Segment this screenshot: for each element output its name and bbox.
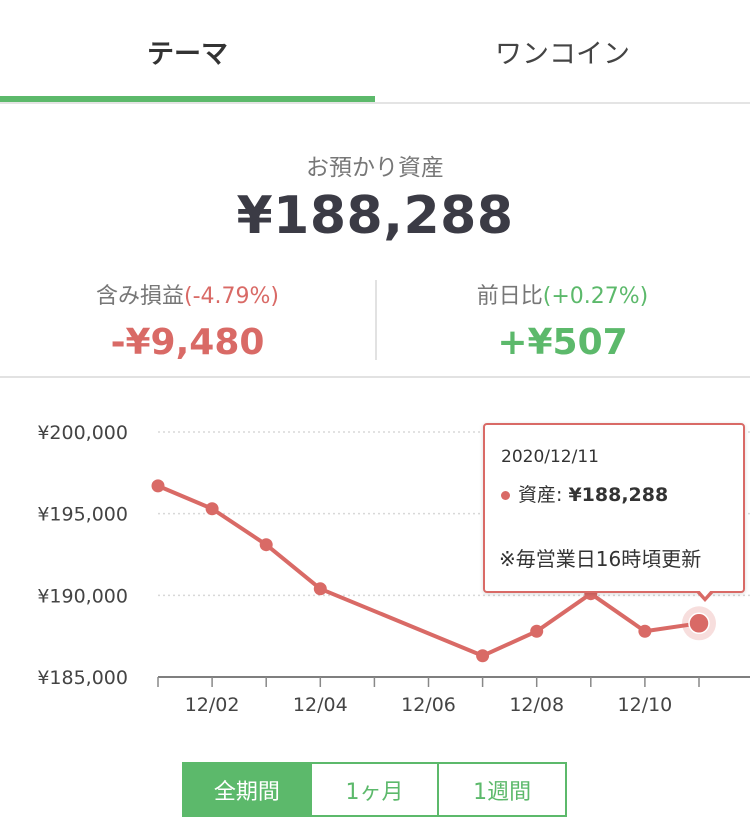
period-selector: 全期間 1ヶ月 1週間 <box>182 762 567 817</box>
series-dot-icon <box>501 491 510 500</box>
x-tick-label: 12/06 <box>401 694 456 716</box>
active-tab-indicator <box>0 96 375 102</box>
x-tick-label: 12/08 <box>509 694 564 716</box>
data-point <box>151 479 165 493</box>
data-point <box>638 624 652 638</box>
tab-one-coin[interactable]: ワンコイン <box>375 0 750 102</box>
data-point <box>205 502 219 516</box>
unrealized-pl-value: -¥9,480 <box>110 322 265 363</box>
period-1week-button[interactable]: 1週間 <box>437 764 565 815</box>
daily-change-label: 前日比 <box>476 284 543 309</box>
unrealized-pl-pct: (-4.79%) <box>184 284 279 309</box>
data-point <box>259 538 273 552</box>
data-point-selected <box>688 612 710 635</box>
daily-change: 前日比(+0.27%) +¥507 <box>375 278 750 363</box>
y-tick-label: ¥195,000 <box>37 504 128 526</box>
y-tick-label: ¥190,000 <box>37 585 128 607</box>
asset-label: お預かり資産 <box>306 155 444 181</box>
unrealized-pl: 含み損益(-4.79%) -¥9,480 <box>0 278 375 363</box>
data-point <box>476 649 490 663</box>
x-tick-label: 12/10 <box>618 694 673 716</box>
tooltip-note: ※毎営業日16時頃更新 <box>499 547 702 571</box>
tooltip-label: 資産: <box>518 484 563 506</box>
tooltip-arrow-inner <box>698 589 712 597</box>
period-all-button[interactable]: 全期間 <box>184 764 310 815</box>
daily-change-pct: (+0.27%) <box>542 284 649 309</box>
asset-total: ¥188,288 <box>236 186 514 246</box>
data-point <box>313 582 327 596</box>
x-tick-label: 12/04 <box>293 694 348 716</box>
tab-theme[interactable]: テーマ <box>0 0 375 102</box>
y-tick-label: ¥200,000 <box>37 422 128 444</box>
y-tick-label: ¥185,000 <box>37 667 128 689</box>
unrealized-pl-label: 含み損益 <box>95 284 184 309</box>
tab-bar: テーマ ワンコイン <box>0 0 750 104</box>
tooltip-date: 2020/12/11 <box>501 447 599 467</box>
tooltip-value: ¥188,288 <box>568 484 669 506</box>
data-point <box>530 624 544 638</box>
period-1month-button[interactable]: 1ヶ月 <box>309 764 438 815</box>
x-tick-label: 12/02 <box>185 694 240 716</box>
chart-tooltip: 2020/12/11 資産: ¥188,288 ※毎営業日16時頃更新 <box>483 423 745 593</box>
daily-change-value: +¥507 <box>497 322 628 363</box>
